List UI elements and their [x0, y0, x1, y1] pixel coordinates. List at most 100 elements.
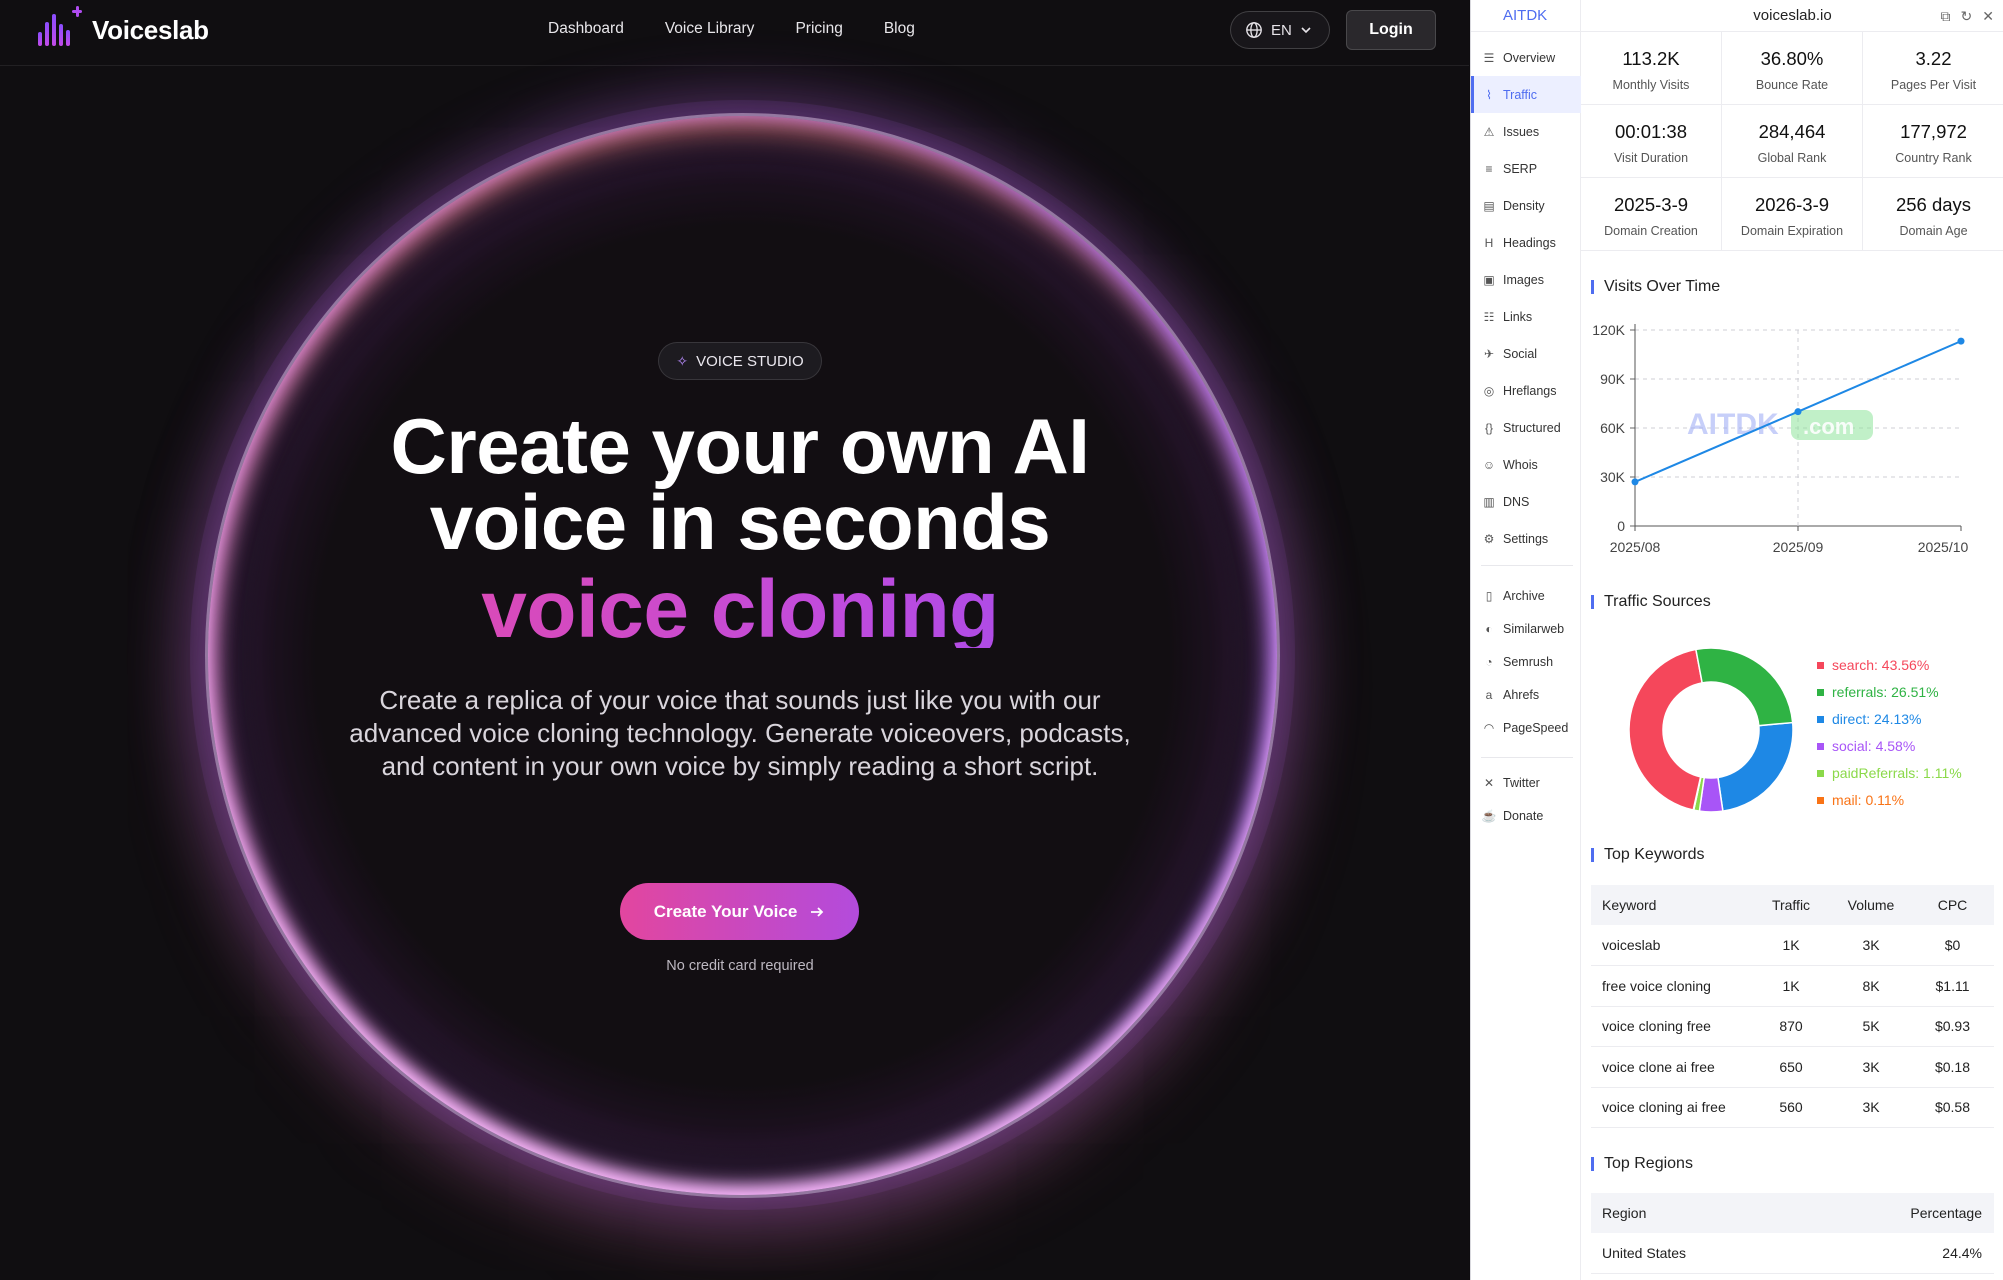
sidebar-item-density[interactable]: ▤ Density	[1471, 187, 1581, 224]
waveform-logo-icon	[38, 6, 82, 50]
stats-grid: 113.2K Monthly Visits 36.80% Bounce Rate 3.2…	[1581, 32, 2003, 251]
sidebar-item-label: Twitter	[1503, 775, 1540, 790]
sidebar-item-label: Whois	[1503, 457, 1538, 472]
sidebar-item-label: Issues	[1503, 124, 1540, 139]
column-header-region[interactable]: Region	[1591, 1193, 1806, 1233]
stat-label: Domain Creation	[1604, 224, 1698, 238]
panel-brand[interactable]: AITDK	[1471, 0, 1580, 32]
sidebar-item-donate[interactable]: ☕ Donate	[1471, 797, 1581, 834]
table-row[interactable]: free voice cloning 1K 8K $1.11	[1591, 965, 1994, 1007]
sidebar-item-images[interactable]: ▣ Images	[1471, 261, 1581, 298]
table-row[interactable]: United States 24.4%	[1591, 1233, 1994, 1274]
ahrefs-icon: a	[1485, 687, 1493, 702]
sidebar-item-links[interactable]: ☷ Links	[1471, 298, 1581, 335]
column-header-traffic[interactable]: Traffic	[1751, 885, 1831, 925]
sidebar-item-label: Links	[1503, 309, 1533, 324]
column-header-percentage[interactable]: Percentage	[1805, 1193, 1994, 1233]
legend-item[interactable]: direct: 24.13%	[1817, 706, 1962, 733]
globe-icon: ◎	[1483, 383, 1495, 398]
language-selector[interactable]: EN	[1230, 11, 1330, 49]
brand-name: Voiceslab	[92, 14, 209, 45]
table-cell: 3K	[1831, 1087, 1911, 1128]
heading-icon: H	[1484, 235, 1494, 250]
sidebar-item-dns[interactable]: ▥ DNS	[1471, 483, 1581, 520]
donut-slice-search	[1628, 648, 1704, 811]
logo[interactable]: Voiceslab	[38, 6, 209, 50]
sidebar-item-similarweb[interactable]: ◐ Similarweb	[1471, 610, 1581, 647]
nav-link-pricing[interactable]: Pricing	[795, 20, 842, 38]
table-cell: 1K	[1751, 925, 1831, 966]
table-row[interactable]: voice cloning free 870 5K $0.93	[1591, 1006, 1994, 1047]
legend-item[interactable]: paidReferrals: 1.11%	[1817, 760, 1962, 787]
sidebar-item-whois[interactable]: ☺ Whois	[1471, 446, 1581, 483]
column-header-keyword[interactable]: Keyword	[1591, 885, 1751, 925]
sidebar-divider	[1481, 565, 1573, 566]
legend-label: referrals: 26.51%	[1832, 684, 1939, 700]
table-cell: United States	[1591, 1233, 1806, 1274]
table-cell: voice clone ai free	[1591, 1046, 1751, 1088]
stat-visit-duration: 00:01:38 Visit Duration	[1581, 105, 1722, 178]
sidebar-item-social[interactable]: ✈ Social	[1471, 335, 1581, 372]
stat-label: Country Rank	[1895, 151, 1972, 165]
traffic-sources-legend: search: 43.56% referrals: 26.51% direct: 2…	[1817, 652, 1962, 814]
legend-item[interactable]: social: 4.58%	[1817, 733, 1962, 760]
list-icon: ☰	[1483, 50, 1495, 65]
legend-swatch	[1817, 743, 1824, 750]
legend-item[interactable]: mail: 0.11%	[1817, 787, 1962, 814]
table-cell: 8K	[1831, 965, 1911, 1007]
y-tick-label: 30K	[1600, 469, 1626, 485]
x-icon: ✕	[1483, 775, 1495, 790]
create-your-voice-button[interactable]: Create Your Voice	[620, 883, 859, 940]
table-cell: voice cloning ai free	[1591, 1087, 1751, 1128]
sidebar-item-hreflangs[interactable]: ◎ Hreflangs	[1471, 372, 1581, 409]
legend-label: search: 43.56%	[1832, 657, 1930, 673]
legend-item[interactable]: search: 43.56%	[1817, 652, 1962, 679]
sidebar-item-serp[interactable]: ≡ SERP	[1471, 150, 1581, 187]
legend-swatch	[1817, 662, 1824, 669]
column-header-volume[interactable]: Volume	[1831, 885, 1911, 925]
sidebar-item-pagespeed[interactable]: ◠ PageSpeed	[1471, 709, 1581, 746]
stat-domain-expiration: 2026-3-9 Domain Expiration	[1722, 178, 1863, 251]
sidebar-item-headings[interactable]: H Headings	[1471, 224, 1581, 261]
refresh-icon[interactable]: ↻	[1961, 8, 1973, 25]
sidebar-item-overview[interactable]: ☰ Overview	[1471, 39, 1581, 76]
semrush-icon: ◔	[1485, 654, 1493, 669]
crop-icon[interactable]: ⧉	[1941, 8, 1951, 25]
cup-icon: ☕	[1481, 808, 1497, 823]
nav-link-dashboard[interactable]: Dashboard	[548, 20, 624, 38]
login-button[interactable]: Login	[1346, 10, 1436, 50]
table-row[interactable]: voiceslab 1K 3K $0	[1591, 925, 1994, 966]
sidebar-item-issues[interactable]: ⚠ Issues	[1471, 113, 1581, 150]
visits-over-time-title: Visits Over Time	[1591, 279, 1720, 295]
legend-label: paidReferrals: 1.11%	[1832, 765, 1962, 781]
visits-point	[1957, 337, 1965, 345]
column-header-cpc[interactable]: CPC	[1911, 885, 1994, 925]
braces-icon: {}	[1484, 420, 1493, 435]
donut-slice-referrals	[1694, 647, 1794, 727]
table-cell: 1K	[1751, 965, 1831, 1007]
table-row[interactable]: voice clone ai free 650 3K $0.18	[1591, 1046, 1994, 1088]
legend-swatch	[1817, 770, 1824, 777]
sidebar-item-label: SERP	[1503, 161, 1538, 176]
watermark-suffix: .com	[1803, 414, 1854, 439]
link-list-icon: ☷	[1483, 309, 1495, 324]
nav-link-blog[interactable]: Blog	[884, 20, 915, 38]
table-cell: 560	[1751, 1087, 1831, 1128]
table-row[interactable]: voice cloning ai free 560 3K $0.58	[1591, 1087, 1994, 1128]
sidebar-item-twitter[interactable]: ✕ Twitter	[1471, 764, 1581, 801]
nav-link-voice-library[interactable]: Voice Library	[665, 20, 755, 38]
sidebar-item-structured[interactable]: {} Structured	[1471, 409, 1581, 446]
hero-headline: Create your own AI voice in seconds voic…	[300, 407, 1180, 651]
twitter-bird-icon: ✈	[1483, 346, 1495, 361]
traffic-sources-title: Traffic Sources	[1591, 594, 1711, 610]
sidebar-item-traffic[interactable]: ⌇ Traffic	[1471, 76, 1581, 113]
visits-point	[1631, 478, 1639, 486]
table-cell: 5K	[1831, 1006, 1911, 1047]
close-icon[interactable]: ✕	[1982, 8, 1994, 25]
top-keywords-table: Keyword Traffic Volume CPC voiceslab 1K 3K $0 fr…	[1591, 885, 1994, 1128]
sidebar-item-archive[interactable]: ▯ Archive	[1471, 577, 1581, 614]
sidebar-item-ahrefs[interactable]: a Ahrefs	[1471, 676, 1581, 713]
legend-item[interactable]: referrals: 26.51%	[1817, 679, 1962, 706]
sidebar-item-settings[interactable]: ⚙ Settings	[1471, 520, 1581, 557]
sidebar-item-semrush[interactable]: ◔ Semrush	[1471, 643, 1581, 680]
